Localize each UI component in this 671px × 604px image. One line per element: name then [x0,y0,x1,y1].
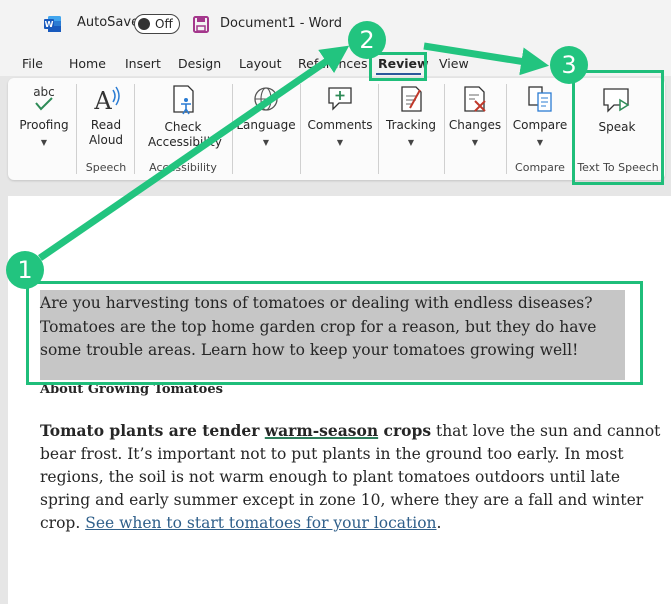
paragraph-highlight-box [26,281,643,385]
speak-highlight-box [572,70,664,185]
arrow-step2-to-step3 [423,42,550,76]
review-tab-highlight-box [369,52,427,81]
step-2-badge: 2 [348,21,386,59]
step-1-badge: 1 [6,251,44,289]
arrow-step1-to-step2 [38,45,350,261]
step-3-badge: 3 [550,46,588,84]
